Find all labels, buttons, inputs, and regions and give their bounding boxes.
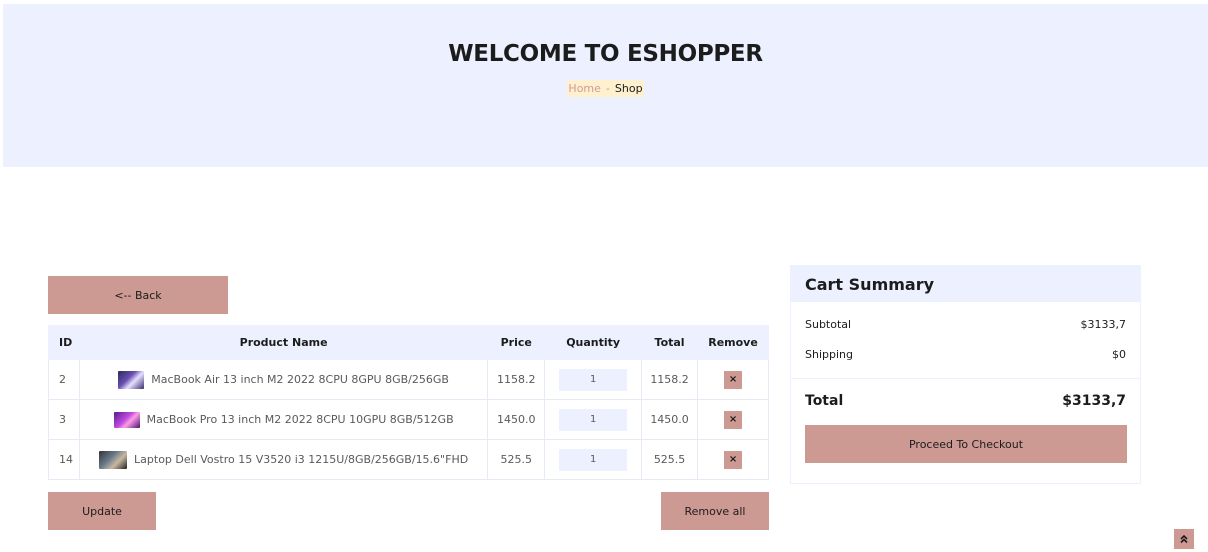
page-header: WELCOME TO ESHOPPER Home - Shop xyxy=(3,4,1208,167)
remove-item-button[interactable]: × xyxy=(724,450,743,469)
product-name: Laptop Dell Vostro 15 V3520 i3 1215U/8GB… xyxy=(134,453,469,466)
table-row: 3 MacBook Pro 13 inch M2 2022 8CPU 10GPU… xyxy=(48,399,769,440)
total-label: Total xyxy=(805,393,844,409)
row-product: MacBook Air 13 inch M2 2022 8CPU 8GPU 8G… xyxy=(78,359,489,400)
remove-all-button[interactable]: Remove all xyxy=(661,492,769,530)
row-quantity xyxy=(544,359,643,400)
double-chevron-up-icon xyxy=(1180,534,1188,544)
row-total: 1158.2 xyxy=(641,359,699,400)
row-price: 525.5 xyxy=(487,439,546,480)
cart-table: ID Product Name Price Quantity Total Rem… xyxy=(48,325,769,480)
table-header-row: ID Product Name Price Quantity Total Rem… xyxy=(48,325,769,360)
breadcrumb-current: Shop xyxy=(614,82,643,95)
breadcrumb-home-link[interactable]: Home xyxy=(568,82,600,95)
row-quantity xyxy=(544,399,643,440)
breadcrumb-separator: - xyxy=(605,82,610,95)
row-id: 2 xyxy=(48,359,80,400)
row-id: 3 xyxy=(48,399,80,440)
subtotal-value: $3133,7 xyxy=(1080,318,1127,331)
header-id: ID xyxy=(48,325,80,360)
close-icon: × xyxy=(728,374,738,385)
quantity-input[interactable] xyxy=(559,368,628,391)
table-row: 14 Laptop Dell Vostro 15 V3520 i3 1215U/… xyxy=(48,439,769,480)
row-remove: × xyxy=(697,359,769,400)
table-row: 2 MacBook Air 13 inch M2 2022 8CPU 8GPU … xyxy=(48,359,769,400)
remove-item-button[interactable]: × xyxy=(724,410,743,429)
row-remove: × xyxy=(697,439,769,480)
header-total: Total xyxy=(641,325,699,360)
update-cart-button[interactable]: Update xyxy=(48,492,156,530)
cart-summary-title: Cart Summary xyxy=(791,266,1140,302)
header-product-name: Product Name xyxy=(78,325,489,360)
total-row: Total $3133,7 xyxy=(805,393,1126,409)
shipping-value: $0 xyxy=(1112,348,1126,361)
row-remove: × xyxy=(697,399,769,440)
quantity-input[interactable] xyxy=(559,408,628,431)
product-name: MacBook Air 13 inch M2 2022 8CPU 8GPU 8G… xyxy=(151,373,449,386)
breadcrumb: Home - Shop xyxy=(3,80,1208,97)
scroll-to-top-button[interactable] xyxy=(1174,529,1194,549)
subtotal-label: Subtotal xyxy=(805,318,852,331)
subtotal-row: Subtotal $3133,7 xyxy=(805,318,1126,331)
row-price: 1450.0 xyxy=(487,399,546,440)
summary-divider xyxy=(791,378,1140,379)
remove-item-button[interactable]: × xyxy=(724,370,743,389)
product-thumbnail xyxy=(118,370,145,389)
quantity-input[interactable] xyxy=(559,448,628,471)
product-thumbnail xyxy=(99,450,128,469)
total-value: $3133,7 xyxy=(1062,393,1126,409)
breadcrumb-container: Home - Shop xyxy=(567,80,644,97)
header-quantity: Quantity xyxy=(544,325,643,360)
header-price: Price xyxy=(487,325,546,360)
proceed-to-checkout-button[interactable]: Proceed To Checkout xyxy=(805,425,1127,463)
row-id: 14 xyxy=(48,439,80,480)
row-product: MacBook Pro 13 inch M2 2022 8CPU 10GPU 8… xyxy=(78,399,489,440)
page-title: WELCOME TO ESHOPPER xyxy=(448,41,763,67)
back-button[interactable]: <-- Back xyxy=(48,276,228,314)
row-price: 1158.2 xyxy=(487,359,546,400)
row-quantity xyxy=(544,439,643,480)
row-product: Laptop Dell Vostro 15 V3520 i3 1215U/8GB… xyxy=(78,439,489,480)
shipping-label: Shipping xyxy=(805,348,853,361)
row-total: 1450.0 xyxy=(641,399,699,440)
close-icon: × xyxy=(728,454,738,465)
row-total: 525.5 xyxy=(641,439,699,480)
product-name: MacBook Pro 13 inch M2 2022 8CPU 10GPU 8… xyxy=(146,413,454,426)
close-icon: × xyxy=(728,414,738,425)
product-thumbnail xyxy=(113,411,140,428)
cart-summary: Cart Summary Subtotal $3133,7 Shipping $… xyxy=(790,265,1141,484)
header-remove: Remove xyxy=(697,325,769,360)
shipping-row: Shipping $0 xyxy=(805,348,1126,361)
